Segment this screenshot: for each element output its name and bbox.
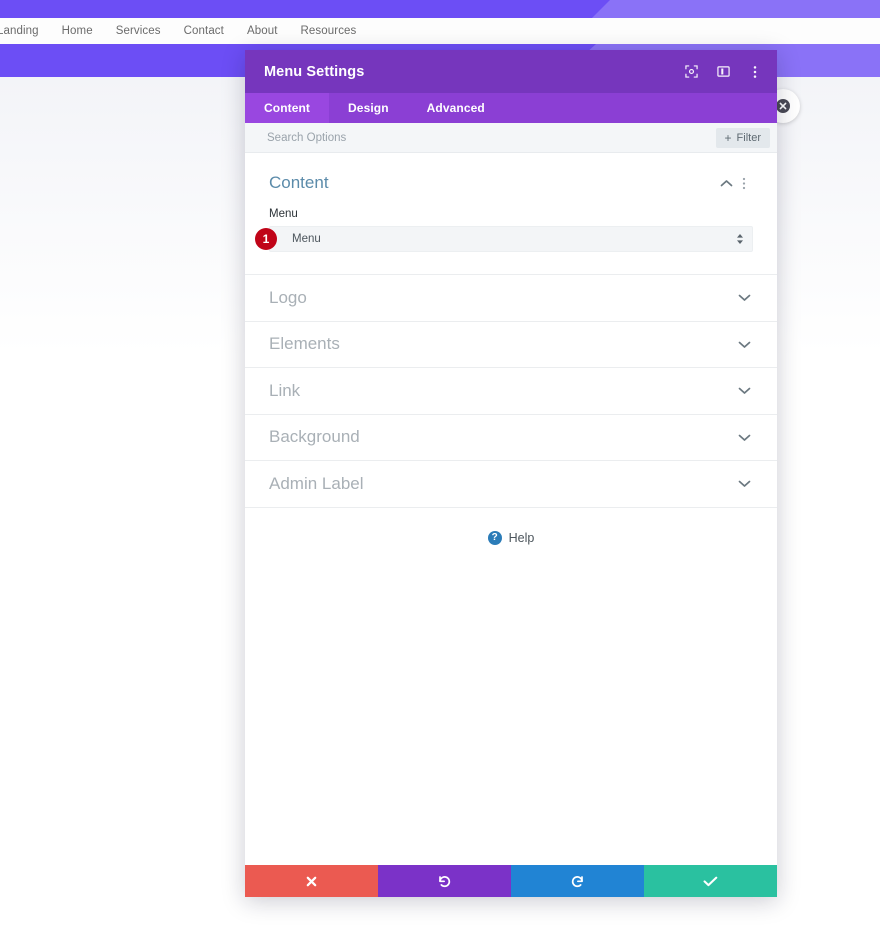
content-section: Content Menu: [245, 153, 777, 275]
chevron-down-icon[interactable]: [735, 475, 753, 493]
filter-button-label: Filter: [737, 132, 761, 144]
section-elements[interactable]: Elements: [245, 322, 777, 369]
select-updown-icon: [736, 233, 744, 245]
menu-select-value: Menu: [292, 233, 321, 245]
search-input[interactable]: [267, 132, 716, 144]
modal-body: Content Menu: [245, 153, 777, 865]
content-section-header: Content: [269, 173, 753, 193]
modal-header: Menu Settings: [245, 50, 777, 93]
site-top-band-accent: [592, 0, 880, 18]
modal-footer: [245, 865, 777, 897]
layout-panel-icon[interactable]: [715, 64, 731, 80]
step-badge: 1: [255, 228, 277, 250]
section-link-title: Link: [269, 381, 735, 401]
tab-content[interactable]: Content: [245, 93, 329, 123]
undo-button[interactable]: [378, 865, 511, 897]
modal-title: Menu Settings: [264, 64, 683, 80]
chevron-down-icon[interactable]: [735, 428, 753, 446]
section-logo[interactable]: Logo: [245, 275, 777, 322]
chevron-up-icon[interactable]: [717, 174, 735, 192]
help-label: Help: [509, 531, 535, 545]
chevron-down-icon[interactable]: [735, 289, 753, 307]
section-elements-title: Elements: [269, 334, 735, 354]
section-background-title: Background: [269, 427, 735, 447]
plus-icon: +: [725, 132, 732, 144]
fullscreen-icon[interactable]: [683, 64, 699, 80]
question-circle-icon: ?: [488, 531, 502, 545]
section-background[interactable]: Background: [245, 415, 777, 462]
search-options-row: + Filter: [245, 123, 777, 153]
content-section-title: Content: [269, 173, 717, 193]
nav-item-services[interactable]: Services: [116, 25, 161, 37]
chevron-down-icon[interactable]: [735, 335, 753, 353]
menu-settings-modal: Menu Settings: [245, 50, 777, 897]
page-root: Landing Home Services Contact About Reso…: [0, 0, 880, 943]
menu-select[interactable]: 1 Menu: [269, 226, 753, 252]
section-logo-title: Logo: [269, 288, 735, 308]
menu-field-label: Menu: [269, 208, 753, 220]
nav-item-about[interactable]: About: [247, 25, 278, 37]
redo-button[interactable]: [511, 865, 644, 897]
tab-advanced[interactable]: Advanced: [408, 93, 504, 123]
chevron-down-icon[interactable]: [735, 382, 753, 400]
nav-item-contact[interactable]: Contact: [184, 25, 224, 37]
section-admin-label[interactable]: Admin Label: [245, 461, 777, 508]
site-navigation: Landing Home Services Contact About Reso…: [0, 18, 880, 44]
nav-item-landing[interactable]: Landing: [0, 25, 39, 37]
content-section-more-vertical-icon[interactable]: [735, 174, 753, 192]
save-button[interactable]: [644, 865, 777, 897]
nav-item-home[interactable]: Home: [62, 25, 93, 37]
filter-button[interactable]: + Filter: [716, 128, 770, 148]
section-link[interactable]: Link: [245, 368, 777, 415]
tab-design[interactable]: Design: [329, 93, 408, 123]
help-link[interactable]: ? Help: [245, 508, 777, 545]
modal-tabs: Content Design Advanced: [245, 93, 777, 123]
modal-header-actions: [683, 64, 763, 80]
more-vertical-icon[interactable]: [747, 64, 763, 80]
section-admin-label-title: Admin Label: [269, 474, 735, 494]
cancel-button[interactable]: [245, 865, 378, 897]
nav-item-resources[interactable]: Resources: [301, 25, 357, 37]
